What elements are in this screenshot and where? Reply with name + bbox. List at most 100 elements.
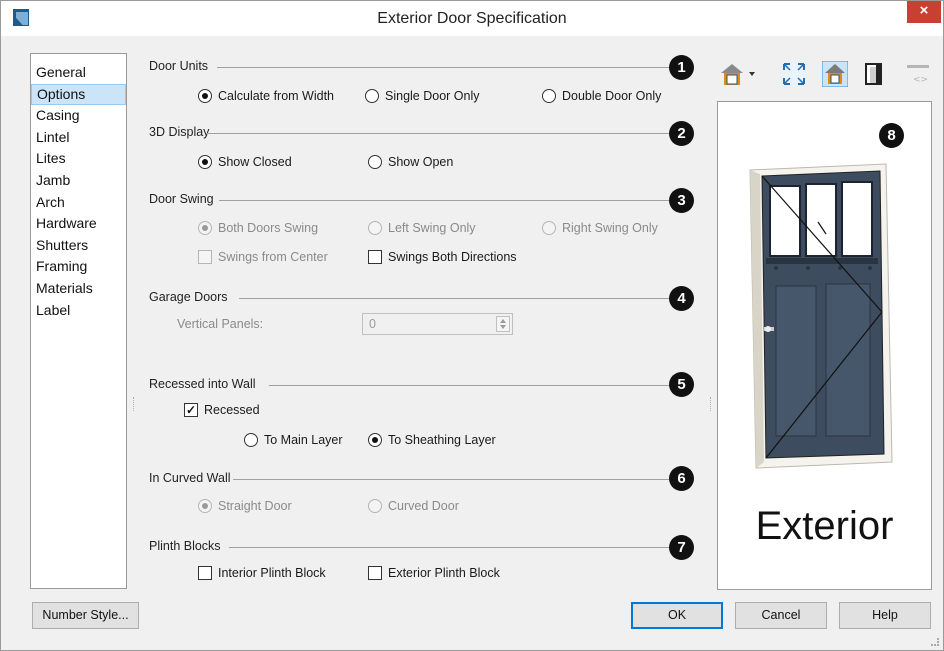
radio-indicator[interactable] (198, 221, 212, 235)
checkbox-label: Interior Plinth Block (218, 566, 326, 580)
to-main-layer-radio[interactable]: To Main Layer (244, 433, 343, 447)
nav-item-jamb[interactable]: Jamb (31, 170, 126, 192)
fit-to-window-icon[interactable] (781, 61, 807, 87)
splitter-grip-left[interactable] (133, 397, 135, 411)
render-view-icon[interactable] (821, 60, 849, 88)
splitter-grip-right[interactable] (710, 397, 712, 411)
right-swing-only-radio[interactable]: Right Swing Only (542, 221, 658, 235)
callout-badge-8: 8 (879, 123, 904, 148)
nav-item-lintel[interactable]: Lintel (31, 127, 126, 149)
resize-grip-icon[interactable] (931, 638, 939, 646)
checkbox-label: Swings from Center (218, 250, 328, 264)
callout-badge-7: 7 (669, 535, 694, 560)
nav-item-casing[interactable]: Casing (31, 105, 126, 127)
ok-button[interactable]: OK (631, 602, 723, 629)
nav-item-shutters[interactable]: Shutters (31, 235, 126, 257)
section-title-curved-wall: In Curved Wall (149, 471, 231, 485)
nav-item-lites[interactable]: Lites (31, 148, 126, 170)
swings-from-center-checkbox[interactable]: Swings from Center (198, 250, 328, 264)
swings-both-directions-checkbox[interactable]: Swings Both Directions (368, 250, 517, 264)
radio-label: Double Door Only (562, 89, 662, 103)
window-title: Exterior Door Specification (377, 10, 567, 27)
checkbox-box[interactable] (198, 566, 212, 580)
section-title-door-swing: Door Swing (149, 192, 214, 206)
to-sheathing-layer-radio[interactable]: To Sheathing Layer (368, 433, 496, 447)
radio-label: Show Closed (218, 155, 292, 169)
checkbox-box[interactable] (368, 250, 382, 264)
radio-label: Left Swing Only (388, 221, 476, 235)
radio-label: Show Open (388, 155, 454, 169)
callout-badge-5: 5 (669, 372, 694, 397)
spinner-arrows-icon[interactable] (496, 316, 510, 332)
radio-indicator[interactable] (368, 221, 382, 235)
radio-indicator[interactable] (244, 433, 258, 447)
recessed-checkbox[interactable]: ✓ Recessed (184, 403, 260, 417)
radio-label: Curved Door (388, 499, 459, 513)
straight-door-radio[interactable]: Straight Door (198, 499, 292, 513)
door-preview-panel: 8 Exterior (717, 101, 932, 590)
checkbox-box[interactable] (198, 250, 212, 264)
nav-item-materials[interactable]: Materials (31, 278, 126, 300)
vertical-panels-label: Vertical Panels: (177, 317, 263, 331)
nav-item-arch[interactable]: Arch (31, 192, 126, 214)
callout-badge-2: 2 (669, 121, 694, 146)
exterior-plinth-block-checkbox[interactable]: Exterior Plinth Block (368, 566, 500, 580)
number-style-button[interactable]: Number Style... (32, 602, 139, 629)
show-open-radio[interactable]: Show Open (368, 155, 453, 169)
radio-label: Both Doors Swing (218, 221, 319, 235)
checkbox-box[interactable] (368, 566, 382, 580)
radio-label: Straight Door (218, 499, 292, 513)
radio-indicator[interactable] (198, 155, 212, 169)
callout-badge-1: 1 (669, 55, 694, 80)
svg-text:<>: <> (913, 75, 928, 85)
curved-door-radio[interactable]: Curved Door (368, 499, 459, 513)
cancel-button[interactable]: Cancel (735, 602, 827, 629)
radio-indicator[interactable] (365, 89, 379, 103)
single-door-only-radio[interactable]: Single Door Only (365, 89, 480, 103)
section-title-door-units: Door Units (149, 59, 209, 73)
show-closed-radio[interactable]: Show Closed (198, 155, 292, 169)
radio-label: To Main Layer (264, 433, 343, 447)
preview-label: Exterior (755, 504, 894, 548)
radio-indicator[interactable] (542, 221, 556, 235)
radio-label: Single Door Only (385, 89, 480, 103)
radio-indicator[interactable] (198, 499, 212, 513)
nav-item-hardware[interactable]: Hardware (31, 213, 126, 235)
callout-badge-6: 6 (669, 466, 694, 491)
double-door-only-radio[interactable]: Double Door Only (542, 89, 661, 103)
nav-item-label[interactable]: Label (31, 300, 126, 322)
section-title-recessed: Recessed into Wall (149, 377, 256, 391)
calculate-from-width-radio[interactable]: Calculate from Width (198, 89, 334, 103)
radio-indicator[interactable] (368, 155, 382, 169)
section-divider (219, 200, 669, 201)
title-bar: Exterior Door Specification × (1, 1, 943, 36)
nav-item-options[interactable]: Options (31, 83, 126, 106)
section-divider (233, 479, 669, 480)
left-swing-only-radio[interactable]: Left Swing Only (368, 221, 476, 235)
radio-indicator[interactable] (198, 89, 212, 103)
radio-indicator[interactable] (542, 89, 556, 103)
reset-view-icon[interactable]: <> (905, 61, 931, 87)
radio-indicator[interactable] (368, 433, 382, 447)
nav-item-general[interactable]: General (31, 62, 126, 84)
3d-view-mode-icon[interactable] (719, 61, 759, 87)
category-list: General Options Casing Lintel Lites Jamb… (30, 53, 127, 589)
both-doors-swing-radio[interactable]: Both Doors Swing (198, 221, 318, 235)
section-divider (239, 298, 669, 299)
checkbox-label: Swings Both Directions (388, 250, 517, 264)
nav-item-framing[interactable]: Framing (31, 256, 126, 278)
checkbox-box[interactable]: ✓ (184, 403, 198, 417)
close-button[interactable]: × (907, 1, 941, 23)
checkbox-label: Recessed (204, 403, 260, 417)
radio-label: Calculate from Width (218, 89, 335, 103)
radio-label: To Sheathing Layer (388, 433, 496, 447)
radio-label: Right Swing Only (562, 221, 658, 235)
callout-badge-3: 3 (669, 188, 694, 213)
section-title-3d-display: 3D Display (149, 125, 210, 139)
vertical-panels-label-text: Vertical Panels: (177, 317, 264, 331)
vertical-panels-spinbox[interactable]: 0 (362, 313, 513, 335)
radio-indicator[interactable] (368, 499, 382, 513)
interior-plinth-block-checkbox[interactable]: Interior Plinth Block (198, 566, 326, 580)
help-button[interactable]: Help (839, 602, 931, 629)
door-profile-icon[interactable] (861, 61, 887, 87)
